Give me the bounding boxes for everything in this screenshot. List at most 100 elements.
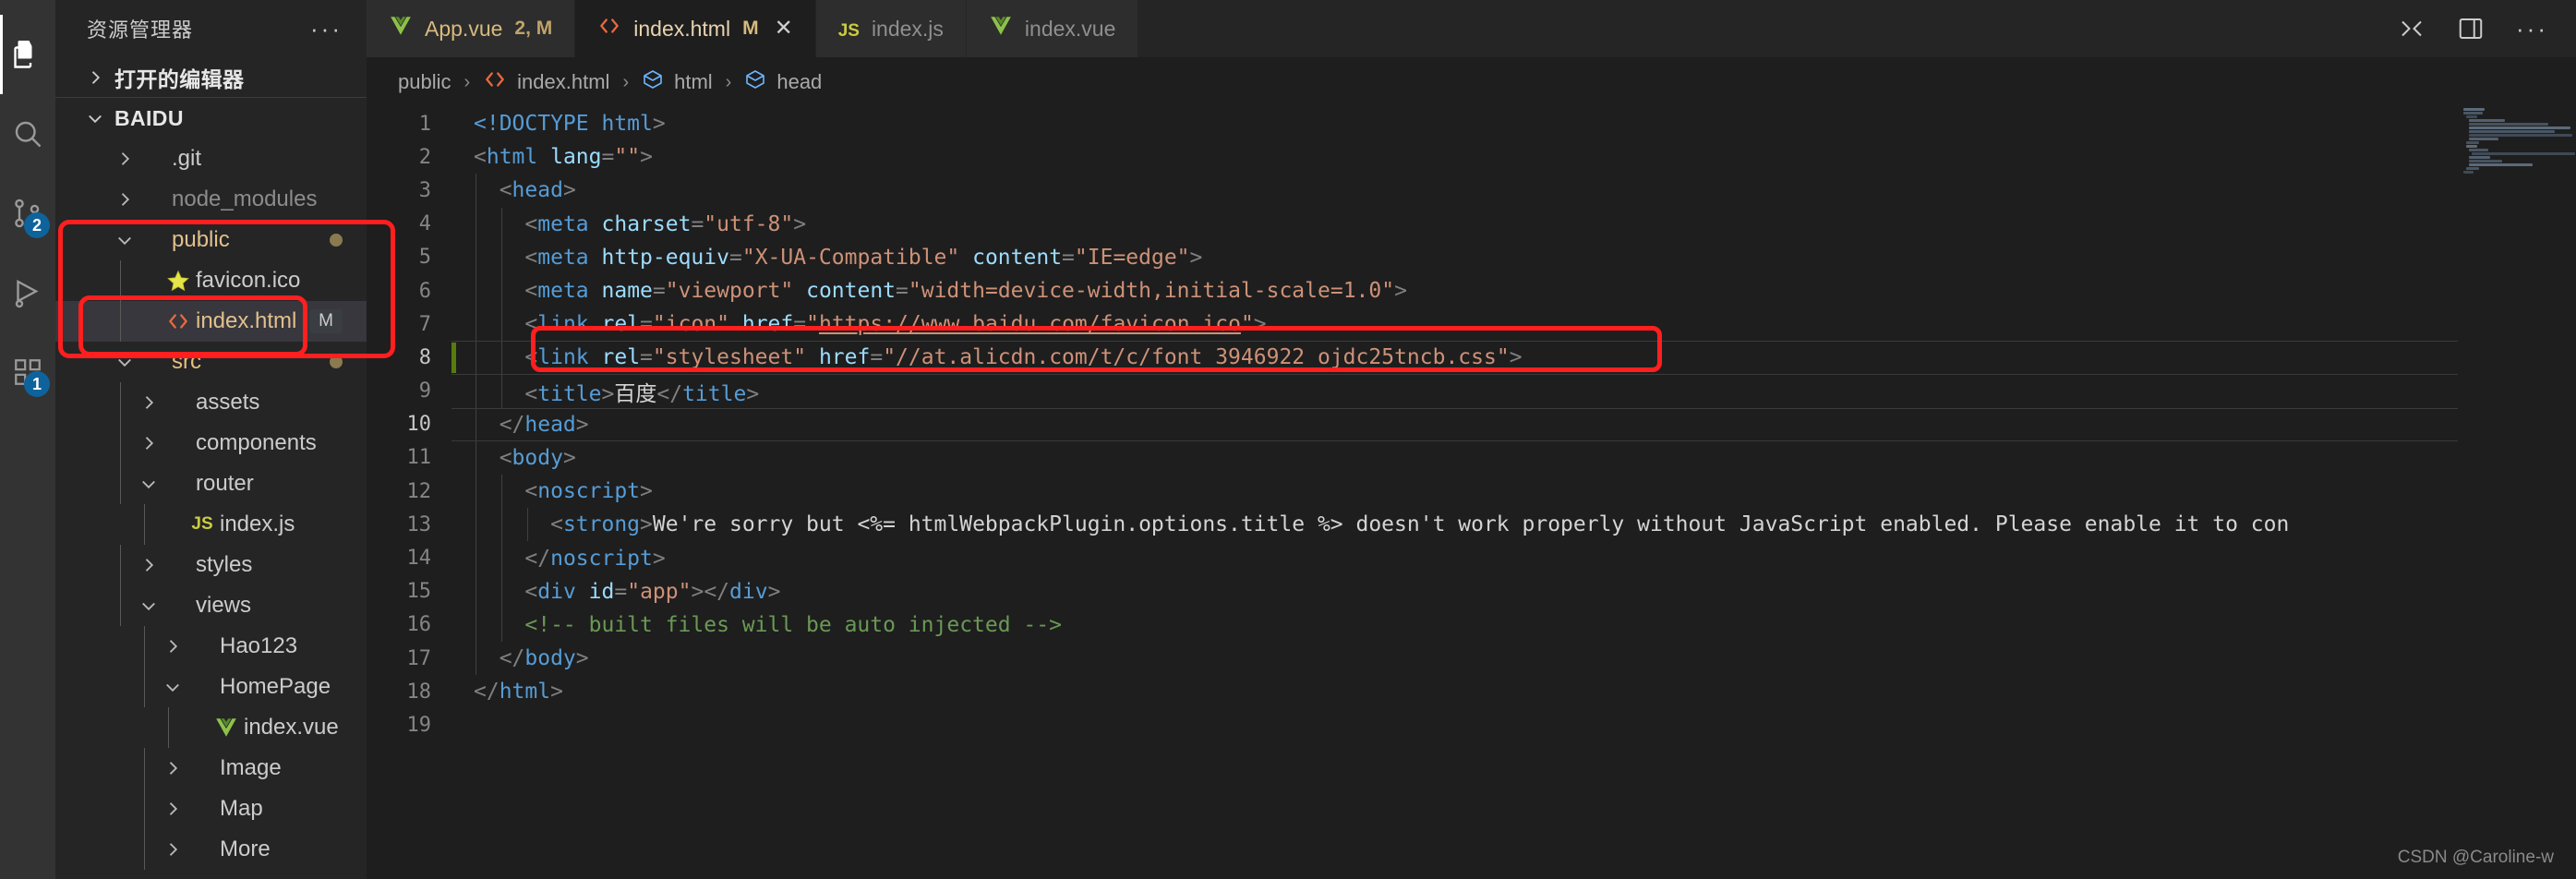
code-indent-guide: [475, 341, 476, 375]
more-actions-icon[interactable]: ···: [2516, 17, 2548, 41]
js-icon: JS: [191, 514, 213, 534]
breadcrumb-item-html[interactable]: html: [642, 68, 713, 96]
chevron-right-icon: [81, 68, 109, 87]
line-number: 6: [418, 279, 431, 303]
editor-actions: ···: [2398, 0, 2576, 57]
code-line[interactable]: 8 <link rel="stylesheet" href="//at.alic…: [367, 341, 2576, 375]
code-line[interactable]: 12 <noscript>: [367, 475, 2576, 509]
code-token: href: [818, 345, 871, 370]
code-line[interactable]: 1 <!DOCTYPE html>: [367, 107, 2576, 140]
breadcrumb-item-public[interactable]: public: [398, 70, 451, 94]
code-line[interactable]: 18 </html>: [367, 675, 2576, 708]
tree-item-more[interactable]: More: [55, 829, 367, 870]
code-line[interactable]: 14 </noscript>: [367, 541, 2576, 575]
sidebar-root-baidu[interactable]: BAIDU: [55, 98, 367, 138]
breadcrumb-item-head[interactable]: head: [744, 68, 822, 96]
minimap[interactable]: [2458, 107, 2576, 879]
tree-item-map[interactable]: Map: [55, 789, 367, 829]
tree-item-assets[interactable]: assets: [55, 382, 367, 423]
code-token: "X-UA-Compatible": [741, 245, 960, 270]
code-indent-guide: [475, 407, 476, 441]
code-text: <strong>We're sorry but <%= htmlWebpackP…: [451, 512, 2289, 536]
minimap-line: [2469, 126, 2570, 129]
close-icon[interactable]: ✕: [775, 18, 793, 40]
tree-item-components[interactable]: components: [55, 423, 367, 464]
activity-item-extensions[interactable]: 1: [0, 332, 55, 412]
breadcrumb-label: head: [776, 70, 823, 93]
code-line[interactable]: 5 <meta http-equiv="X-UA-Compatible" con…: [367, 240, 2576, 274]
tree-item-src[interactable]: src: [55, 342, 367, 382]
indent-guide: [120, 464, 121, 504]
editor-tab-index-vue[interactable]: index.vue: [966, 0, 1139, 57]
code-line[interactable]: 3 <head>: [367, 174, 2576, 208]
tree-item-index-js[interactable]: JS index.js: [55, 504, 367, 545]
indent-guide: [144, 748, 145, 789]
code-line[interactable]: 19: [367, 708, 2576, 741]
code-token: "icon": [652, 312, 729, 337]
tree-item-label: router: [196, 471, 254, 496]
code-indent-guide: [500, 273, 502, 308]
minimap-line: [2466, 115, 2477, 118]
tree-item-index-vue[interactable]: index.vue: [55, 707, 367, 748]
source-control-badge: 2: [24, 212, 50, 238]
code-line[interactable]: 17 </body>: [367, 642, 2576, 676]
tree-item-node-modules[interactable]: node_modules: [55, 179, 367, 220]
toggle-panel-icon[interactable]: [2457, 15, 2485, 42]
code-indent-guide: [475, 273, 476, 308]
code-indent-guide: [475, 240, 476, 274]
code-line[interactable]: 13 <strong>We're sorry but <%= htmlWebpa…: [367, 508, 2576, 542]
tree-item-favicon-ico[interactable]: favicon.ico: [55, 260, 367, 301]
line-number: 14: [406, 547, 432, 571]
code-line[interactable]: 15 <div id="app"></div>: [367, 574, 2576, 608]
code-lines[interactable]: 1 <!DOCTYPE html> 2 <html lang=""> 3 <head> 4…: [367, 107, 2576, 879]
activity-item-run-and-debug[interactable]: [0, 253, 55, 332]
root-label: BAIDU: [114, 105, 184, 130]
editor-tab-app-vue[interactable]: App.vue 2, M: [367, 0, 576, 57]
code-indent-guide: [500, 240, 502, 274]
code-text: </body>: [451, 646, 589, 670]
tree-item-hao123[interactable]: Hao123: [55, 626, 367, 667]
tree-item-views[interactable]: views: [55, 585, 367, 626]
tree-item-router[interactable]: router: [55, 464, 367, 504]
tree-item-styles[interactable]: styles: [55, 545, 367, 585]
code-line[interactable]: 11 <body>: [367, 440, 2576, 476]
indent-guide: [144, 504, 145, 545]
tree-item--git[interactable]: .git: [55, 138, 367, 179]
code-line[interactable]: 4 <meta charset="utf-8">: [367, 207, 2576, 241]
chevron-down-icon: [81, 109, 109, 127]
activity-item-source-control[interactable]: 2: [0, 174, 55, 253]
code-line[interactable]: 9 <title>百度</title>: [367, 374, 2576, 408]
code-token: "utf-8": [704, 211, 794, 236]
html-icon: [597, 14, 621, 43]
code-line[interactable]: 10 </head>: [367, 407, 2576, 441]
activity-item-search[interactable]: [0, 94, 55, 174]
breadcrumb-separator-icon: ›: [622, 71, 630, 92]
sidebar-more-actions-icon[interactable]: ···: [310, 17, 343, 41]
breadcrumb-item-index-html[interactable]: index.html: [483, 67, 609, 97]
breadcrumb-label: html: [674, 70, 713, 93]
code-token: head: [512, 178, 563, 203]
code-line[interactable]: 7 <link rel="icon" href="https://www.bai…: [367, 307, 2576, 342]
code-token: link: [537, 345, 589, 370]
tree-item-public[interactable]: public: [55, 220, 367, 260]
code-line[interactable]: 6 <meta name="viewport" content="width=d…: [367, 273, 2576, 308]
tree-item-image[interactable]: Image: [55, 748, 367, 789]
activity-item-explorer[interactable]: [0, 15, 55, 94]
editor-tab-index-js[interactable]: JS index.js: [815, 0, 967, 57]
split-editor-right-icon[interactable]: [2398, 15, 2426, 42]
code-line[interactable]: 16 <!-- built files will be auto injecte…: [367, 608, 2576, 642]
sidebar-section-open-editors[interactable]: 打开的编辑器: [55, 57, 367, 98]
editor-tab-index-html[interactable]: index.html M ✕: [575, 0, 816, 57]
code-token: >: [1394, 279, 1407, 304]
tree-item-label: .git: [172, 146, 202, 171]
code-editor[interactable]: 1 <!DOCTYPE html> 2 <html lang=""> 3 <head> 4…: [367, 107, 2576, 879]
minimap-line: [2469, 134, 2572, 137]
tree-item-index-html[interactable]: index.html M: [55, 301, 367, 342]
tree-item-homepage[interactable]: HomePage: [55, 667, 367, 707]
code-line[interactable]: 2 <html lang="">: [367, 140, 2576, 174]
